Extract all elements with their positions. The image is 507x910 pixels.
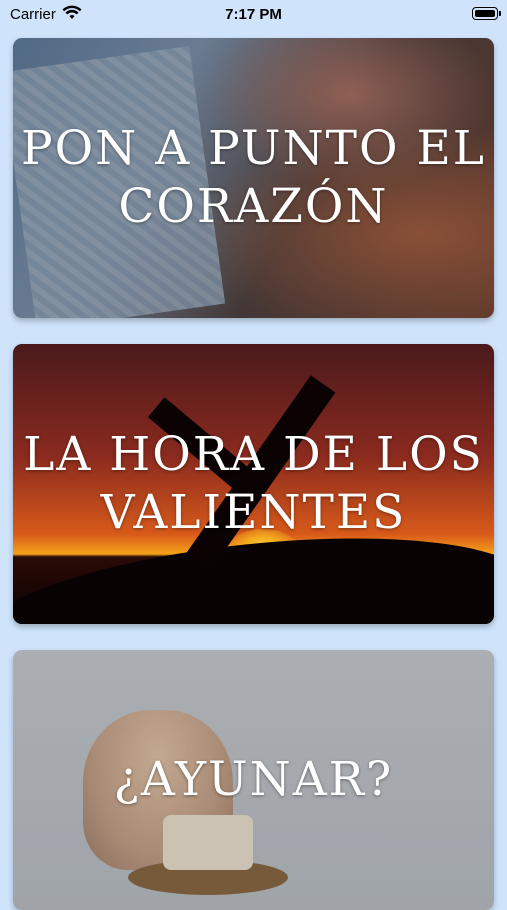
status-time: 7:17 PM [225, 6, 282, 23]
card-ayunar[interactable]: ¿AYUNAR? [13, 650, 494, 910]
card-title: LA HORA DE LOS VALIENTES [23, 427, 484, 540]
card-title: ¿AYUNAR? [113, 752, 394, 807]
battery-icon [472, 7, 501, 20]
card-title: PON A PUNTO EL CORAZÓN [21, 121, 486, 234]
status-bar: Carrier 7:17 PM [0, 0, 507, 30]
card-pon-a-punto[interactable]: PON A PUNTO EL CORAZÓN [13, 38, 494, 318]
card-hora-valientes[interactable]: LA HORA DE LOS VALIENTES [13, 344, 494, 624]
